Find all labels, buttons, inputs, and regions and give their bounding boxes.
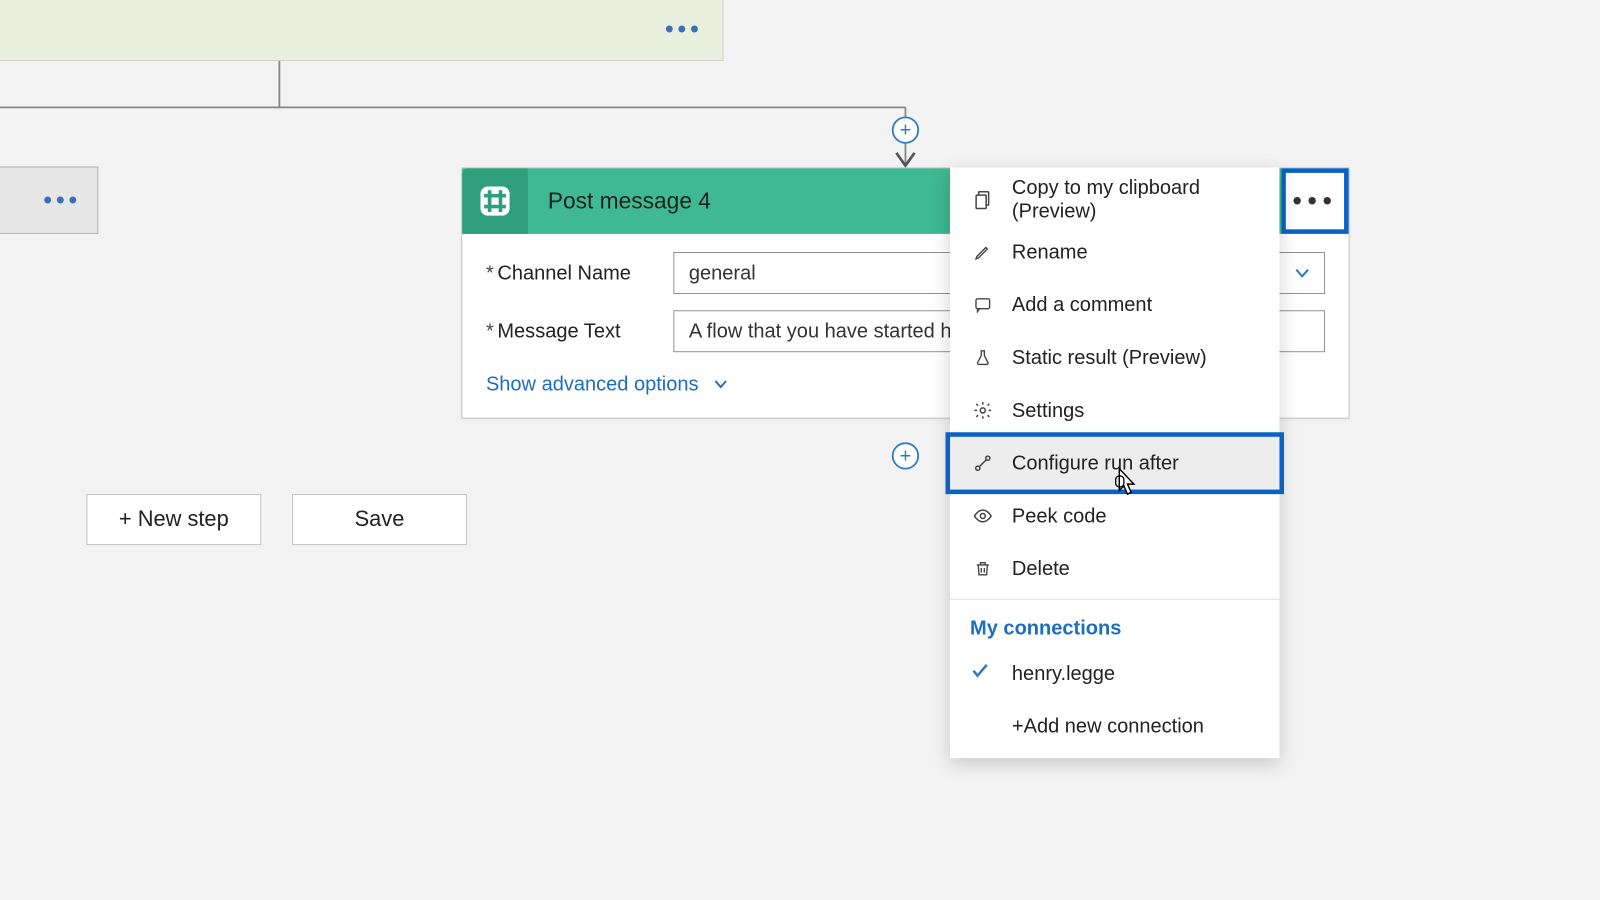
trash-icon — [970, 556, 995, 581]
menu-static-result[interactable]: Static result (Preview) — [950, 331, 1279, 384]
eye-icon — [970, 503, 995, 528]
connection-item[interactable]: henry.legge — [950, 647, 1279, 700]
chevron-down-icon — [1292, 263, 1312, 283]
check-icon — [970, 661, 995, 686]
menu-rename[interactable]: Rename — [950, 226, 1279, 279]
add-action-button[interactable]: + — [892, 442, 919, 469]
menu-settings[interactable]: Settings — [950, 384, 1279, 437]
add-action-button[interactable]: + — [892, 116, 919, 143]
branch-card-partial[interactable]: ••• — [0, 167, 98, 234]
run-after-icon — [970, 450, 995, 475]
menu-peek-code[interactable]: Peek code — [950, 490, 1279, 543]
channel-name-label: *Channel Name — [486, 261, 673, 285]
menu-add-comment[interactable]: Add a comment — [950, 278, 1279, 331]
menu-copy-clipboard[interactable]: Copy to my clipboard (Preview) — [950, 173, 1279, 226]
action-context-menu: Copy to my clipboard (Preview) Rename Ad… — [950, 167, 1279, 758]
clipboard-icon — [970, 187, 995, 212]
more-icon[interactable]: ••• — [43, 187, 81, 212]
menu-connections-header: My connections — [950, 603, 1279, 647]
menu-delete[interactable]: Delete — [950, 542, 1279, 595]
message-text-label: *Message Text — [486, 319, 673, 343]
flask-icon — [970, 345, 995, 370]
pencil-icon — [970, 239, 995, 264]
new-step-button[interactable]: + New step — [86, 494, 261, 545]
add-new-connection[interactable]: +Add new connection — [950, 700, 1279, 753]
menu-configure-run-after[interactable]: Configure run after — [950, 437, 1279, 490]
action-title: Post message 4 — [548, 188, 711, 214]
gear-icon — [970, 398, 995, 423]
comment-icon — [970, 292, 995, 317]
action-more-button[interactable]: ••• — [1281, 168, 1348, 234]
more-icon[interactable]: ••• — [665, 16, 703, 41]
slack-icon — [462, 168, 528, 234]
trigger-card-partial[interactable]: ••• — [0, 0, 723, 61]
save-button[interactable]: Save — [292, 494, 467, 545]
chevron-down-icon — [711, 375, 729, 393]
